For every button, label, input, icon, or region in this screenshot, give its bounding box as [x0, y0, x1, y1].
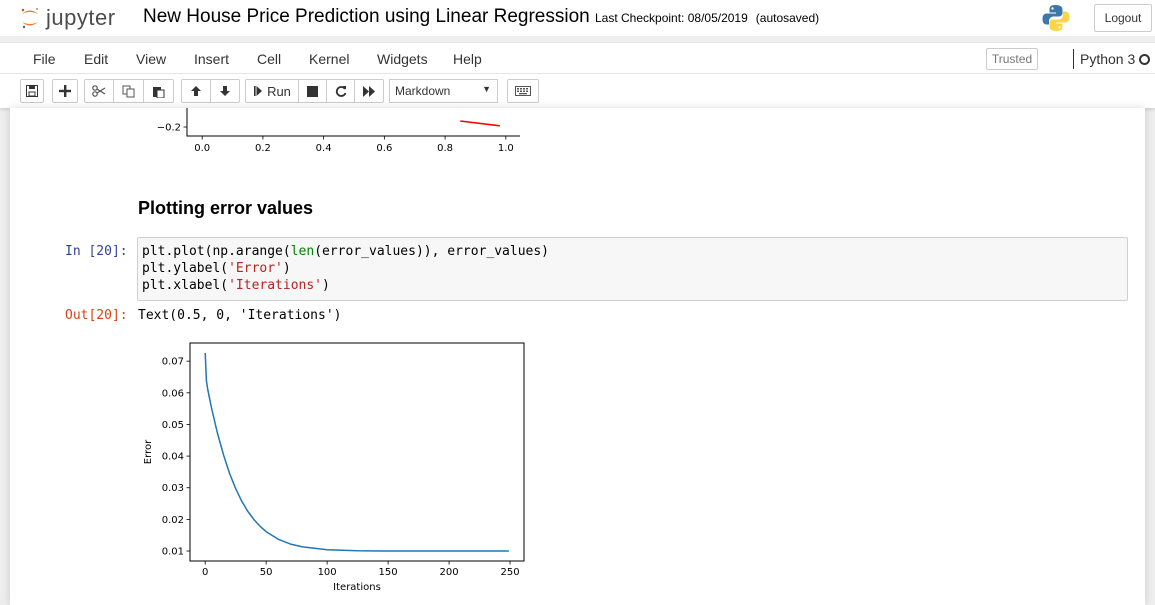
cut-icon: [92, 85, 106, 97]
copy-button[interactable]: [113, 79, 144, 103]
x-axis-label: Iterations: [333, 582, 381, 593]
y-tick-label: 0.04: [162, 452, 184, 463]
code-cell-input[interactable]: plt.plot(np.arange(len(error_values)), e…: [137, 237, 1128, 301]
y-tick-label: 0.02: [162, 515, 184, 526]
x-tick-label: 0.6: [376, 143, 392, 154]
y-tick-label: 0.01: [162, 547, 184, 558]
x-tick-label: 0.4: [316, 143, 332, 154]
x-tick-label: 1.0: [498, 143, 514, 154]
insert-cell-button[interactable]: [52, 79, 78, 103]
code-token: (error_values)), error_values): [314, 244, 550, 259]
output-text: Text(0.5, 0, 'Iterations'): [138, 308, 342, 323]
copy-icon: [122, 85, 135, 97]
logo-text: jupyter: [46, 5, 116, 30]
code-token: plt.plot(np.arange(: [142, 244, 291, 259]
kernel-separator: [1073, 49, 1074, 69]
autosave-status: (autosaved): [755, 11, 820, 25]
save-icon: [26, 85, 38, 97]
x-tick-label: 50: [260, 567, 273, 578]
menu-help[interactable]: Help: [453, 51, 482, 67]
plot-area: [189, 342, 525, 562]
code-token: plt.xlabel(: [142, 278, 229, 293]
restart-icon: [335, 86, 346, 97]
y-tick-label: 0.03: [162, 483, 184, 494]
y-tick-label: 0.06: [162, 388, 184, 399]
stop-icon: [307, 85, 318, 97]
run-button[interactable]: Run: [245, 79, 299, 103]
step-forward-icon: [254, 86, 263, 96]
error-plot: 0 50 100 150 200 250 0.01 0.02 0.03 0.04 0.05 0.06 0…: [143, 342, 525, 593]
chevron-down-icon: ▼: [482, 84, 491, 94]
menu-insert[interactable]: Insert: [194, 51, 229, 67]
arrow-down-icon: [220, 86, 230, 96]
markdown-heading[interactable]: Plotting error values: [138, 198, 313, 219]
plus-icon: [59, 85, 71, 97]
toolbar: Run Markdown ▼: [0, 74, 1155, 108]
code-token: 'Error': [228, 261, 283, 276]
menu-file[interactable]: File: [33, 51, 56, 67]
jupyter-logo[interactable]: jupyter: [20, 4, 116, 32]
x-tick-label: 0.0: [194, 143, 210, 154]
run-label: Run: [267, 83, 291, 99]
x-tick-label: 100: [318, 567, 337, 578]
keyboard-icon: [515, 86, 531, 96]
code-line: plt.xlabel('Iterations'): [138, 277, 1127, 294]
x-tick-label: 150: [379, 567, 398, 578]
x-tick-label: 0: [202, 567, 208, 578]
code-token: plt.ylabel(: [142, 261, 229, 276]
code-line: plt.plot(np.arange(len(error_values)), e…: [138, 243, 1127, 260]
move-up-button[interactable]: [181, 79, 211, 103]
menu-kernel[interactable]: Kernel: [309, 51, 349, 67]
trusted-indicator[interactable]: Trusted: [986, 48, 1038, 70]
code-token: ): [282, 261, 291, 276]
x-tick-label: 250: [500, 567, 519, 578]
restart-button[interactable]: [326, 79, 355, 103]
paste-icon: [153, 86, 165, 98]
menu-edit[interactable]: Edit: [84, 51, 108, 67]
move-down-button[interactable]: [210, 79, 240, 103]
series-line: [204, 352, 509, 552]
code-token: 'Iterations': [228, 278, 323, 293]
command-palette-button[interactable]: [507, 79, 539, 103]
notebook-title[interactable]: New House Price Prediction using Linear …: [143, 6, 590, 28]
cut-button[interactable]: [84, 79, 114, 103]
menu-widgets[interactable]: Widgets: [377, 51, 428, 67]
interrupt-button[interactable]: [298, 79, 327, 103]
restart-run-all-button[interactable]: [354, 79, 384, 103]
menu-view[interactable]: View: [136, 51, 166, 67]
kernel-name: Python 3: [1080, 51, 1136, 67]
menubar: File Edit View Insert Cell Kernel Widget…: [0, 42, 1155, 74]
cell-type-select[interactable]: Markdown ▼: [389, 79, 498, 103]
python-logo-icon: [1041, 3, 1071, 38]
code-token: len: [290, 244, 315, 259]
input-prompt: In [20]:: [65, 244, 128, 259]
arrow-up-icon: [191, 86, 201, 96]
y-axis-label: Error: [143, 439, 154, 464]
save-button[interactable]: [20, 79, 44, 103]
y-tick-label: 0.05: [162, 420, 184, 431]
series-line: [460, 120, 500, 127]
menu-cell[interactable]: Cell: [257, 51, 281, 67]
checkpoint-status: Last Checkpoint: 08/05/2019 (autosaved): [595, 11, 819, 25]
code-token: ): [322, 278, 330, 293]
kernel-idle-icon: [1139, 54, 1150, 65]
checkpoint-text: Last Checkpoint: 08/05/2019: [595, 11, 748, 25]
x-tick-label: 0.2: [255, 143, 271, 154]
code-line: plt.ylabel('Error'): [138, 260, 1127, 277]
output-prompt: Out[20]:: [65, 308, 128, 323]
jupyter-logo-icon: [21, 8, 38, 29]
x-tick-label: 200: [440, 567, 459, 578]
notebook-container[interactable]: 0.0 0.2 0.4 0.6 0.8 1.0 −0.2 Plotting error va…: [10, 108, 1145, 605]
y-tick-label: 0.07: [162, 357, 184, 368]
x-tick-label: 0.8: [437, 143, 453, 154]
y-tick-label: −0.2: [157, 123, 181, 134]
logout-button[interactable]: Logout: [1094, 4, 1152, 32]
paste-button[interactable]: [143, 79, 174, 103]
previous-plot: 0.0 0.2 0.4 0.6 0.8 1.0 −0.2: [157, 108, 520, 154]
header: jupyter New House Price Prediction using…: [0, 0, 1155, 36]
cell-type-value: Markdown: [395, 84, 451, 98]
fast-forward-icon: [362, 85, 375, 97]
